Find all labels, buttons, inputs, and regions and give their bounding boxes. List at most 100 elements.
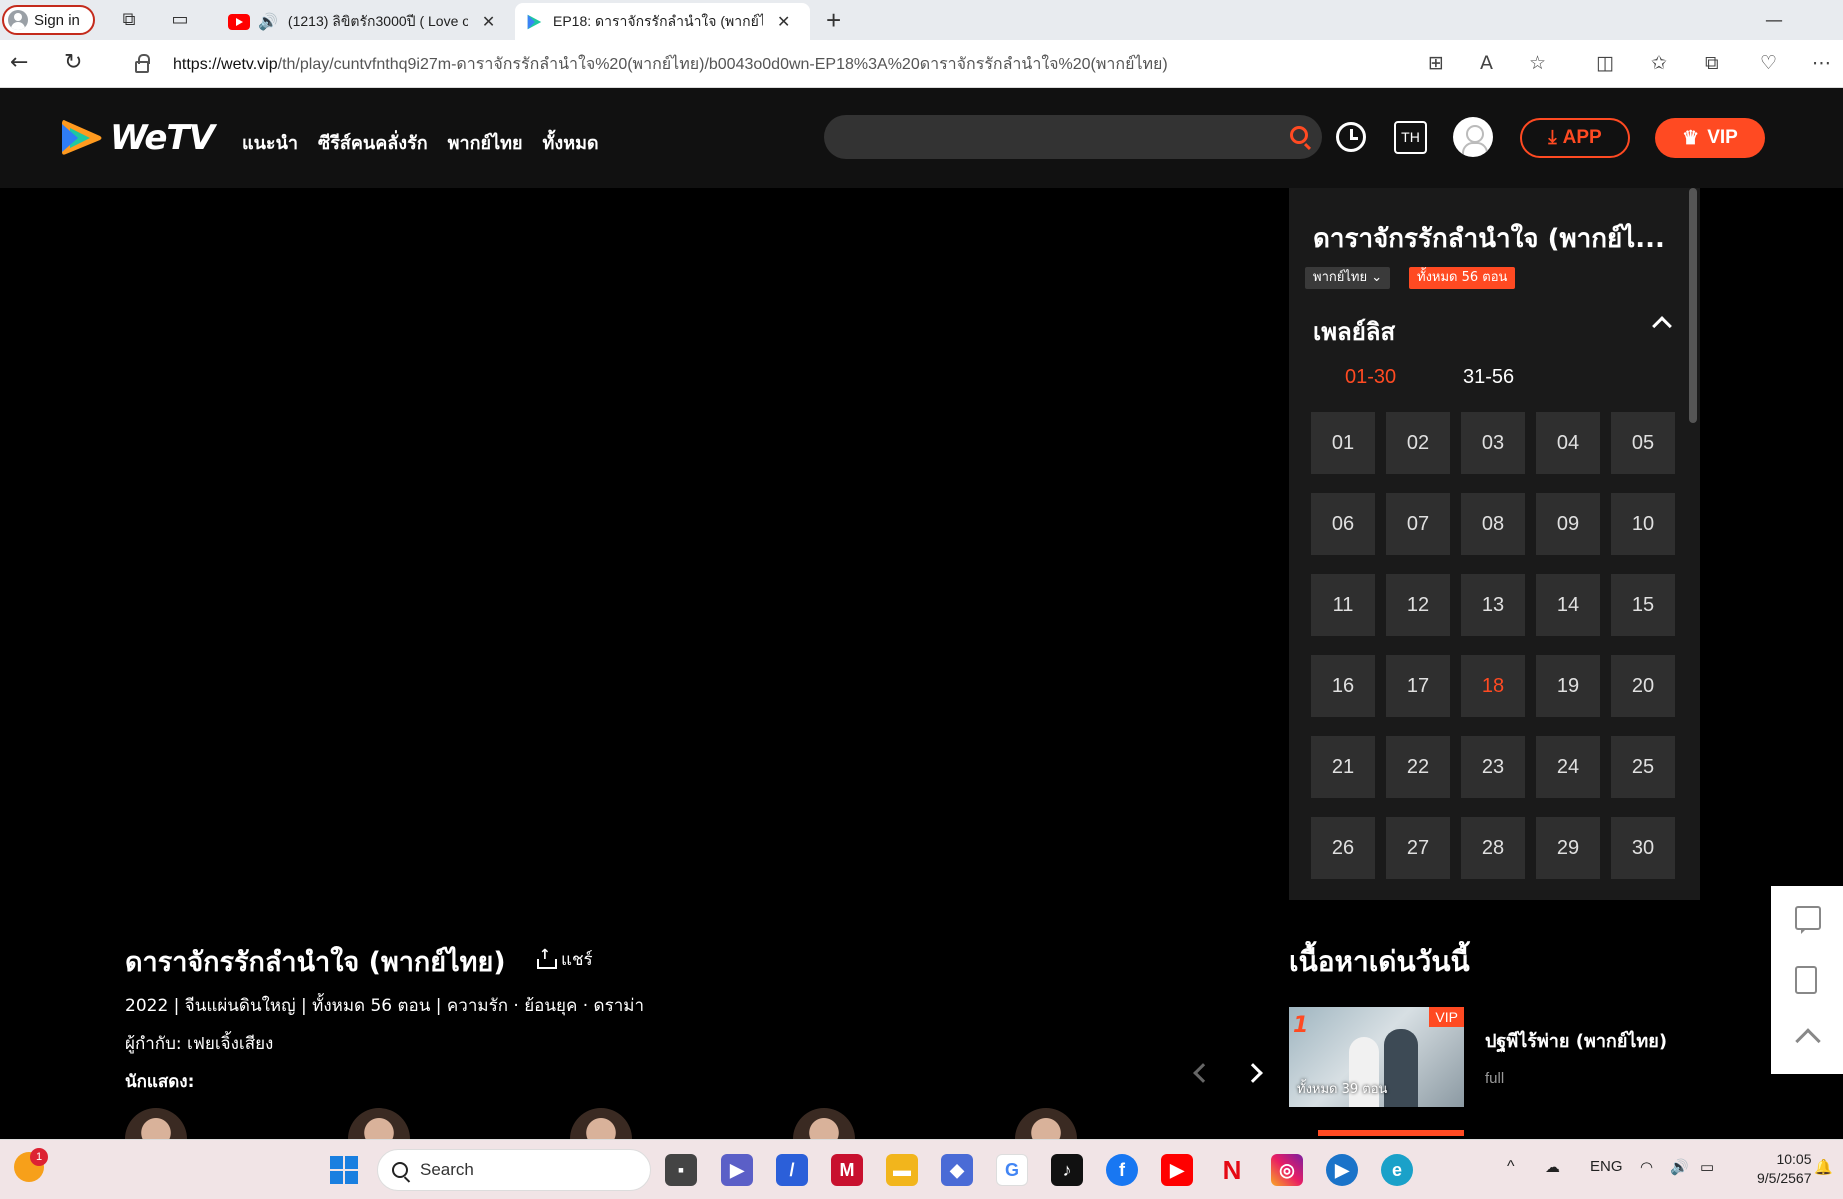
split-screen-icon[interactable]: ◫	[1596, 52, 1614, 74]
episode-button[interactable]: 27	[1386, 817, 1450, 879]
episode-button[interactable]: 20	[1611, 655, 1675, 717]
episode-button[interactable]: 24	[1536, 736, 1600, 798]
speaker-icon[interactable]: 🔊	[258, 12, 278, 32]
facebook-icon[interactable]: f	[1106, 1154, 1138, 1186]
new-tab-button[interactable]: +	[826, 5, 841, 36]
tab-youtube[interactable]: 🔊 (1213) ลิขิตรัก3000ปี ( Love o ✕	[218, 3, 515, 40]
episode-button[interactable]: 17	[1386, 655, 1450, 717]
video-player[interactable]	[125, 188, 1289, 765]
file-explorer-icon[interactable]: ▬	[886, 1154, 918, 1186]
input-language[interactable]: ENG	[1590, 1158, 1623, 1175]
collections-icon[interactable]: ⧉	[1705, 52, 1719, 74]
episode-button[interactable]: 23	[1461, 736, 1525, 798]
episode-button[interactable]: 03	[1461, 412, 1525, 474]
close-icon[interactable]: ✕	[777, 12, 790, 32]
featured-thumbnail[interactable]: 1 VIP ทั้งหมด 39 ตอน	[1289, 1007, 1464, 1107]
tab-wetv[interactable]: EP18: ดาราจักรรักลำนำใจ (พากย์ไทย ✕	[515, 3, 810, 40]
nav-love-series[interactable]: ซีรีส์คนคลั่งรัก	[318, 128, 428, 157]
netflix-icon[interactable]: N	[1216, 1154, 1248, 1186]
google-icon[interactable]: G	[996, 1154, 1028, 1186]
search-input[interactable]	[824, 115, 1322, 159]
episode-button[interactable]: 13	[1461, 574, 1525, 636]
search-icon[interactable]	[1290, 126, 1308, 144]
episode-button[interactable]: 07	[1386, 493, 1450, 555]
more-menu-icon[interactable]: ⋯	[1812, 52, 1831, 74]
tiktok-icon[interactable]: ♪	[1051, 1154, 1083, 1186]
back-to-top-icon[interactable]	[1795, 1028, 1821, 1054]
episode-button[interactable]: 15	[1611, 574, 1675, 636]
chevron-up-icon[interactable]: ^	[1507, 1158, 1515, 1176]
weather-icon[interactable]: 1	[14, 1148, 48, 1182]
youtube-icon[interactable]: ▶	[1161, 1154, 1193, 1186]
vip-button[interactable]: ♛ VIP	[1655, 118, 1765, 158]
language-button[interactable]: TH	[1394, 121, 1427, 154]
history-icon[interactable]	[1336, 122, 1366, 152]
wetv-logo[interactable]: WeTV	[60, 118, 215, 158]
episode-button[interactable]: 30	[1611, 817, 1675, 879]
episode-button[interactable]: 26	[1311, 817, 1375, 879]
episode-button[interactable]: 28	[1461, 817, 1525, 879]
panel-scrollbar[interactable]	[1689, 188, 1697, 423]
nav-thai-dub[interactable]: พากย์ไทย	[448, 128, 523, 157]
refresh-button[interactable]: ↻	[64, 50, 82, 75]
cast-next-icon[interactable]	[1243, 1063, 1263, 1083]
app-available-icon[interactable]: ⊞	[1428, 52, 1444, 74]
chevron-up-icon[interactable]	[1652, 316, 1672, 336]
tab-actions-icon[interactable]: ▭	[168, 8, 192, 32]
wifi-icon[interactable]: ◠	[1640, 1158, 1653, 1176]
nav-all[interactable]: ทั้งหมด	[543, 128, 599, 157]
next-thumbnail-edge[interactable]	[1318, 1130, 1464, 1136]
episode-button[interactable]: 02	[1386, 412, 1450, 474]
start-icon[interactable]	[330, 1156, 358, 1184]
read-aloud-icon[interactable]: A	[1480, 52, 1493, 74]
episode-button[interactable]: 06	[1311, 493, 1375, 555]
episode-button[interactable]: 18	[1461, 655, 1525, 717]
copilot-icon[interactable]: ◆	[941, 1154, 973, 1186]
media-player-icon[interactable]: ▶	[1326, 1154, 1358, 1186]
episode-button[interactable]: 16	[1311, 655, 1375, 717]
user-avatar[interactable]	[1453, 117, 1493, 157]
mcafee-icon[interactable]: M	[831, 1154, 863, 1186]
episode-button[interactable]: 21	[1311, 736, 1375, 798]
featured-title[interactable]: ปฐพีไร้พ่าย (พากย์ไทย)	[1485, 1026, 1667, 1055]
episode-button[interactable]: 14	[1536, 574, 1600, 636]
notification-bell-icon[interactable]: 🔔	[1814, 1158, 1833, 1176]
clock[interactable]: 10:05 9/5/2567	[1757, 1150, 1812, 1188]
dub-select[interactable]: พากย์ไทย ⌄	[1305, 267, 1391, 289]
episode-button[interactable]: 11	[1311, 574, 1375, 636]
meet-icon[interactable]: ▶	[721, 1154, 753, 1186]
cloud-icon[interactable]: ☁	[1545, 1158, 1560, 1176]
minimize-button[interactable]: —	[1765, 10, 1783, 31]
close-icon[interactable]: ✕	[482, 12, 495, 32]
browser-essentials-icon[interactable]: ♡	[1760, 52, 1777, 74]
volume-icon[interactable]: 🔊	[1670, 1158, 1689, 1176]
favorite-star-icon[interactable]: ☆	[1529, 52, 1546, 74]
episode-button[interactable]: 10	[1611, 493, 1675, 555]
episode-button[interactable]: 25	[1611, 736, 1675, 798]
battery-icon[interactable]: ▭	[1700, 1158, 1714, 1176]
share-button[interactable]: แชร์	[537, 946, 593, 973]
taskbar-search[interactable]: Search	[377, 1149, 651, 1191]
workspaces-icon[interactable]: ⧉	[117, 8, 141, 32]
feedback-icon[interactable]	[1795, 906, 1821, 934]
episode-button[interactable]: 04	[1536, 412, 1600, 474]
episode-button[interactable]: 01	[1311, 412, 1375, 474]
cast-prev-icon[interactable]	[1193, 1063, 1213, 1083]
download-client-icon[interactable]	[1795, 966, 1817, 994]
edge-icon[interactable]: e	[1381, 1154, 1413, 1186]
episode-button[interactable]: 12	[1386, 574, 1450, 636]
episode-button[interactable]: 29	[1536, 817, 1600, 879]
range-tab-31-56[interactable]: 31-56	[1463, 366, 1514, 389]
episode-button[interactable]: 08	[1461, 493, 1525, 555]
back-button[interactable]: ←	[10, 50, 28, 75]
editor-icon[interactable]: /	[776, 1154, 808, 1186]
sign-in-button[interactable]: Sign in	[2, 5, 95, 35]
favorites-icon[interactable]: ✩	[1651, 52, 1667, 74]
task-view-icon[interactable]: ▪	[665, 1154, 697, 1186]
episode-button[interactable]: 09	[1536, 493, 1600, 555]
episode-button[interactable]: 22	[1386, 736, 1450, 798]
range-tab-01-30[interactable]: 01-30	[1345, 366, 1396, 389]
nav-recommend[interactable]: แนะนำ	[242, 128, 298, 157]
url-field[interactable]: https://wetv.vip/th/play/cuntvfnthq9i27m…	[112, 44, 1427, 84]
download-app-button[interactable]: ⤓ APP	[1520, 118, 1630, 158]
